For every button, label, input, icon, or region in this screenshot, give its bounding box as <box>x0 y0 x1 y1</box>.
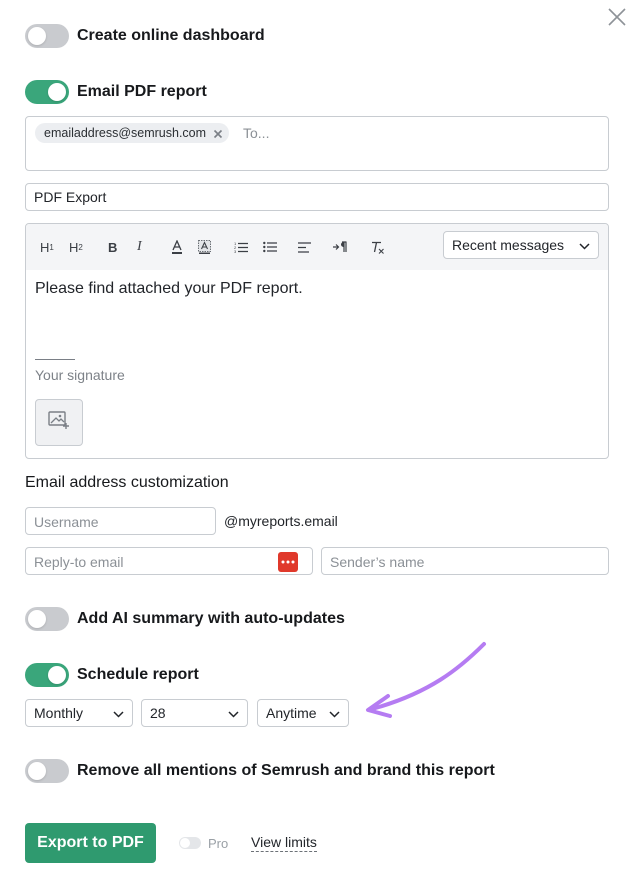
subject-input[interactable]: PDF Export <box>25 183 609 211</box>
day-value: 28 <box>150 705 166 721</box>
schedule-row: Schedule report <box>25 662 199 688</box>
recent-messages-dropdown[interactable]: Recent messages <box>443 231 599 259</box>
signature-placeholder[interactable]: Your signature <box>35 367 125 383</box>
svg-text:3: 3 <box>234 249 237 253</box>
remove-mentions-row: Remove all mentions of Semrush and brand… <box>25 758 495 784</box>
frequency-value: Monthly <box>34 705 84 721</box>
heading2-icon[interactable]: H2 <box>69 238 83 256</box>
schedule-toggle[interactable] <box>25 663 69 687</box>
add-image-button[interactable] <box>35 399 83 446</box>
highlight-icon[interactable] <box>198 238 211 256</box>
bullet-list-icon[interactable] <box>263 238 277 256</box>
view-limits-link[interactable]: View limits <box>251 834 317 852</box>
ai-summary-toggle[interactable] <box>25 607 69 631</box>
remove-mentions-toggle[interactable] <box>25 759 69 783</box>
recent-messages-label: Recent messages <box>452 237 565 253</box>
time-select[interactable]: Anytime <box>257 699 349 727</box>
heading1-icon[interactable]: H1 <box>40 238 54 256</box>
recipients-field[interactable]: emailaddress@semrush.com To... <box>25 116 609 171</box>
online-dashboard-label: Create online dashboard <box>77 27 265 44</box>
schedule-label: Schedule report <box>77 666 199 683</box>
ai-summary-row: Add AI summary with auto-updates <box>25 606 345 632</box>
username-input[interactable]: Username <box>25 507 216 535</box>
close-icon[interactable] <box>606 6 628 28</box>
chevron-down-icon <box>329 705 340 721</box>
remove-recipient-icon[interactable] <box>213 128 223 139</box>
text-color-icon[interactable] <box>171 238 183 256</box>
chevron-down-icon <box>113 705 124 721</box>
day-select[interactable]: 28 <box>141 699 248 727</box>
frequency-select[interactable]: Monthly <box>25 699 133 727</box>
clear-format-icon[interactable] <box>371 238 385 256</box>
pro-toggle[interactable] <box>179 837 201 849</box>
time-value: Anytime <box>266 705 317 721</box>
password-manager-icon[interactable] <box>278 552 298 572</box>
italic-icon[interactable]: I <box>137 238 142 256</box>
pro-label: Pro <box>208 836 229 851</box>
email-pdf-row: Email PDF report <box>25 79 207 105</box>
chevron-down-icon <box>228 705 239 721</box>
add-image-icon <box>48 410 70 435</box>
paragraph-direction-icon[interactable] <box>333 238 347 256</box>
email-pdf-toggle[interactable] <box>25 80 69 104</box>
customization-title: Email address customization <box>25 474 229 491</box>
message-editor: H1 H2 B I 123 Recent messages Please fin… <box>25 223 609 459</box>
editor-toolbar: H1 H2 B I 123 Recent messages <box>26 224 608 270</box>
align-left-icon[interactable] <box>298 238 311 256</box>
ai-summary-label: Add AI summary with auto-updates <box>77 610 345 627</box>
export-to-pdf-button[interactable]: Export to PDF <box>25 823 156 863</box>
signature-divider <box>35 359 75 360</box>
remove-mentions-label: Remove all mentions of Semrush and brand… <box>77 762 495 779</box>
recipient-chip-label: emailaddress@semrush.com <box>44 126 207 140</box>
recipient-chip: emailaddress@semrush.com <box>35 123 230 143</box>
chevron-down-icon <box>579 237 590 253</box>
recipients-placeholder: To... <box>243 125 270 141</box>
online-dashboard-row: Create online dashboard <box>25 23 265 49</box>
reply-to-placeholder: Reply-to email <box>34 554 124 570</box>
email-pdf-label: Email PDF report <box>77 83 207 100</box>
message-body[interactable]: Please find attached your PDF report. <box>35 280 303 298</box>
sender-name-input[interactable]: Sender’s name <box>321 547 609 575</box>
online-dashboard-toggle[interactable] <box>25 24 69 48</box>
bold-icon[interactable]: B <box>108 238 117 256</box>
ordered-list-icon[interactable]: 123 <box>234 238 248 256</box>
annotation-arrow <box>360 638 490 723</box>
reply-to-input[interactable]: Reply-to email <box>25 547 313 575</box>
email-domain: @myreports.email <box>224 513 338 529</box>
